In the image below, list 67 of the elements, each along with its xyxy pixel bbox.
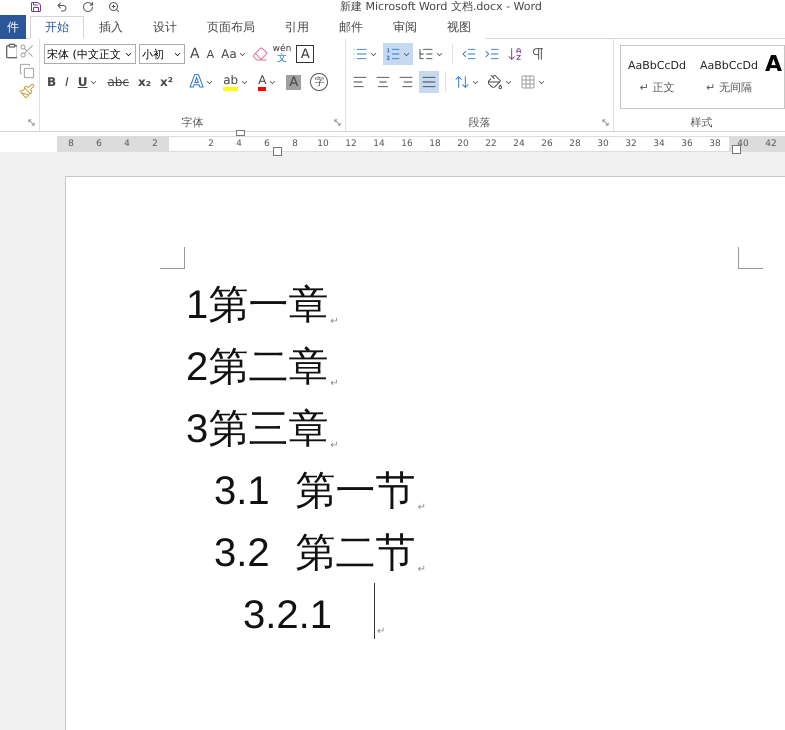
group-label: 样式 — [690, 115, 714, 131]
format-button[interactable]: abc — [104, 71, 132, 93]
ruler-number: 2 — [207, 138, 215, 151]
ruler-number: 4 — [113, 137, 141, 151]
paragraph-mark: ↵ — [330, 315, 339, 329]
paragraph-mark: ↵ — [418, 501, 426, 515]
ruler-number: 16 — [400, 138, 414, 151]
ruler-number: 10 — [316, 138, 330, 151]
shrink-font-button[interactable]: A — [204, 43, 216, 65]
ruler-number: 22 — [484, 138, 498, 151]
format-button[interactable]: B — [44, 71, 60, 93]
ruler-number: 6 — [85, 137, 113, 151]
phonetic-guide-button[interactable]: wén 文 — [270, 45, 294, 63]
paragraph-mark: ↵ — [376, 625, 386, 639]
group-label: 字体 — [180, 115, 204, 131]
group-label: 段落 — [468, 115, 492, 131]
heading-number: 2 — [186, 344, 208, 391]
heading-text: 第一节 — [296, 467, 416, 515]
heading-text: 第一章 — [208, 281, 328, 329]
heading-number: 3 — [186, 406, 208, 453]
heading-text: 第二节 — [296, 529, 416, 577]
window-title: 新建 Microsoft Word 文档.docx - Word — [340, 0, 542, 13]
ruler-number: 8 — [291, 138, 299, 151]
ruler-number: 38 — [708, 138, 722, 151]
ruler-number: 14 — [372, 138, 386, 151]
format-button[interactable]: U — [74, 71, 102, 93]
ruler-number: 42 — [757, 137, 785, 151]
change-case-button[interactable]: Aa — [219, 43, 249, 65]
heading-text: 第三章 — [208, 405, 328, 453]
ruler-number: 24 — [512, 138, 526, 151]
style-item[interactable]: AaBbCcDd ↵ 正文 — [621, 46, 693, 108]
font-name-field[interactable]: 宋体 (中文正文 — [44, 44, 136, 64]
ruler-number: 6 — [263, 138, 271, 151]
format-button[interactable]: I — [62, 71, 72, 93]
style-item[interactable]: AaBbCcDd ↵ 无间隔 — [693, 46, 765, 108]
font-size-field[interactable]: 小初 — [139, 44, 185, 64]
ruler-number: 32 — [624, 138, 638, 151]
format-button[interactable]: x₂ — [135, 71, 154, 93]
ruler-number: 28 — [568, 138, 582, 151]
file-tab[interactable]: 件 — [0, 15, 26, 39]
paragraph-mark: ↵ — [330, 377, 339, 391]
ruler-number: 36 — [680, 138, 694, 151]
heading-number: 3.2 — [214, 530, 270, 577]
paragraph-mark: ↵ — [330, 439, 339, 453]
heading-text: 第二章 — [208, 343, 328, 391]
ruler-number: 26 — [540, 138, 554, 151]
color-button[interactable]: A — [255, 71, 280, 93]
heading-number: 3.2.1 — [243, 592, 332, 639]
ruler-number: 12 — [344, 138, 358, 151]
paragraph-mark: ↵ — [418, 563, 426, 577]
style-item[interactable]: A — [765, 52, 782, 77]
ruler-number: 34 — [652, 138, 666, 151]
format-button[interactable]: x² — [157, 71, 176, 93]
ribbon-tab[interactable]: 开始 — [30, 16, 84, 39]
character-border-button[interactable]: A — [296, 45, 314, 63]
ruler-number: 2 — [141, 137, 169, 151]
ruler-number: 8 — [57, 137, 85, 151]
ruler-number: 20 — [456, 138, 470, 151]
ruler-number: 30 — [596, 138, 610, 151]
heading-number: 1 — [186, 282, 208, 329]
shading-button[interactable]: A — [283, 71, 304, 93]
color-button[interactable]: ab — [220, 71, 252, 93]
heading-number: 3.1 — [214, 468, 270, 515]
grow-font-button[interactable]: A — [188, 43, 202, 65]
text-effect-button[interactable]: A — [187, 71, 218, 93]
ruler-number: 18 — [428, 138, 442, 151]
ruler-number: 4 — [235, 138, 243, 151]
